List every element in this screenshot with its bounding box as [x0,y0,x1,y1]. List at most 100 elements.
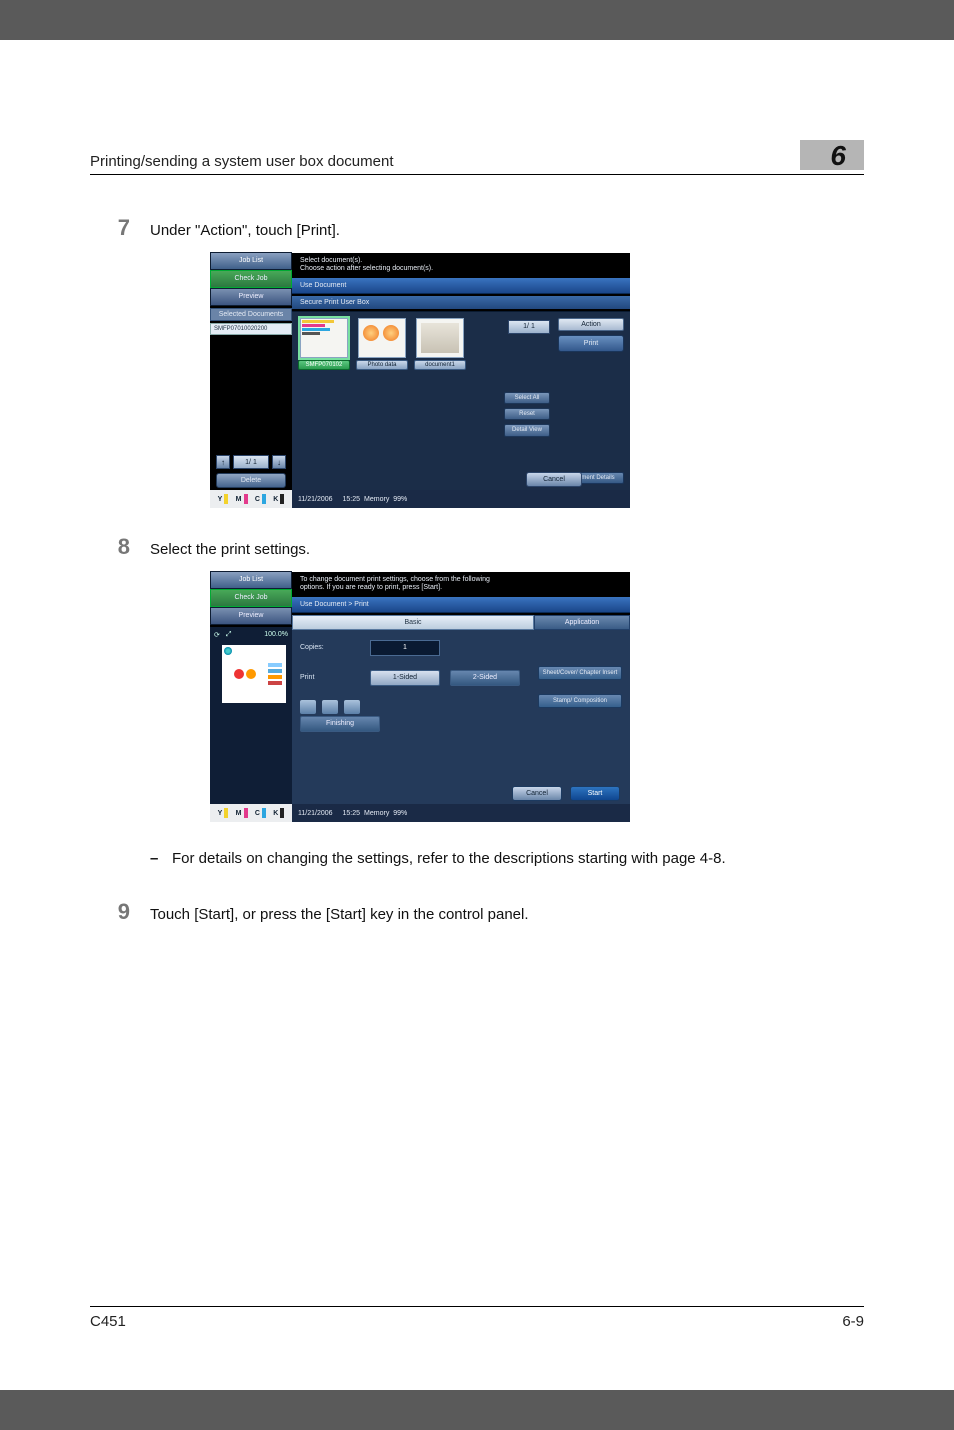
use-document-bar: Use Document [292,278,630,294]
document-thumbnail[interactable]: document1 [414,318,466,370]
mfp1-msg-line2: Choose action after selecting document(s… [300,265,622,273]
document-page: Printing/sending a system user box docum… [0,40,954,1390]
page-footer: C451 6-9 [90,1306,864,1330]
breadcrumb-bar: Use Document > Print [292,597,630,613]
selected-document-item[interactable]: SMFP07010020200 [210,323,292,335]
toner-y-icon: Y [218,494,229,504]
mfp2-left-panel: Job List Check Job Preview ⟳ ⤢ 100.0% [210,597,292,804]
expand-icon[interactable]: ⤢ [226,631,232,639]
orange-dot-icon [246,669,256,679]
status-date: 11/21/2006 [298,810,333,817]
cancel-button[interactable]: Cancel [526,472,582,487]
pager-up-icon[interactable]: ↑ [216,455,230,469]
finishing-icon [300,700,316,714]
toner-k-icon: K [273,808,284,818]
finishing-icon [344,700,360,714]
header-title: Printing/sending a system user box docum… [90,153,394,170]
pager-down-icon[interactable]: ↓ [272,455,286,469]
bullet-text: For details on changing the settings, re… [172,848,726,869]
check-job-tab[interactable]: Check Job [210,589,292,607]
red-dot-icon [234,669,244,679]
toner-levels: Y M C K [210,490,292,508]
step-7: 7 Under "Action", touch [Print]. [90,215,864,241]
detail-view-button[interactable]: Detail View [504,424,550,436]
action-label: Action [558,318,624,331]
finishing-icon [322,700,338,714]
step-number: 7 [90,215,150,241]
status-bar: 11/21/2006 15:25 Memory 99% [292,490,630,508]
one-sided-button[interactable]: 1-Sided [370,670,440,686]
page-header: Printing/sending a system user box docum… [90,140,864,175]
preview-pane: ⟳ ⤢ 100.0% [210,627,292,804]
thumbnail-label: document1 [414,360,466,370]
toner-m-icon: M [236,494,248,504]
memory-label: Memory [364,496,389,503]
memory-percent: 99% [393,810,407,817]
canvas-pager: 1/ 1 [508,320,550,334]
step-8: 8 Select the print settings. [90,534,864,560]
check-job-tab[interactable]: Check Job [210,270,292,288]
step-number: 8 [90,534,150,560]
mfp1-left-panel: Job List Check Job Preview Selected Docu… [210,278,292,490]
mfp2-msg-line1: To change document print settings, choos… [300,576,622,584]
bullet-dash: – [150,848,172,869]
secure-print-bar: Secure Print User Box [292,296,630,309]
two-sided-button[interactable]: 2-Sided [450,670,520,686]
mfp2-msg-line2: options. If you are ready to print, pres… [300,584,622,592]
footer-page: 6-9 [842,1313,864,1330]
job-list-tab[interactable]: Job List [210,571,292,589]
mfp1-msg-line1: Select document(s). [300,257,622,265]
start-button[interactable]: Start [570,786,620,801]
step-text: Under "Action", touch [Print]. [150,215,340,241]
rotate-icon[interactable]: ⟳ [214,631,220,639]
step-text: Touch [Start], or press the [Start] key … [150,899,529,925]
zoom-value: 100.0% [264,631,288,638]
toner-levels: Y M C K [210,804,292,822]
preview-tab[interactable]: Preview [210,288,292,306]
staple-icon [224,647,232,655]
document-thumbnail[interactable]: SMFP070102 [298,318,350,370]
status-time: 15:25 [343,810,361,817]
toner-y-icon: Y [218,808,229,818]
mfp1-canvas: 1/ 1 Action Print [292,311,630,490]
footer-model: C451 [90,1313,126,1330]
reset-button[interactable]: Reset [504,408,550,420]
stamp-composition-button[interactable]: Stamp/ Composition [538,694,622,708]
step-number: 9 [90,899,150,925]
mfp-screenshot-2: To change document print settings, choos… [210,572,630,822]
chapter-number: 6 [800,140,864,170]
step-9: 9 Touch [Start], or press the [Start] ke… [90,899,864,925]
cancel-button[interactable]: Cancel [512,786,562,801]
bullet-note: – For details on changing the settings, … [150,848,864,869]
toner-m-icon: M [236,808,248,818]
mfp2-canvas: Basic Application Copies: 1 Print 1-Side… [292,615,630,804]
tab-application[interactable]: Application [534,615,630,630]
delete-button[interactable]: Delete [216,473,286,488]
copies-label: Copies: [300,644,360,651]
preview-thumbnail [222,645,286,703]
left-pager: ↑ 1/ 1 ↓ [210,455,292,469]
mfp-screenshot-1: Select document(s). Choose action after … [210,253,630,508]
preview-tab[interactable]: Preview [210,607,292,625]
pager-indicator: 1/ 1 [233,455,269,469]
select-all-button[interactable]: Select All [504,392,550,404]
print-sides-label: Print [300,674,360,681]
finishing-button[interactable]: Finishing [300,716,380,732]
memory-label: Memory [364,810,389,817]
status-bar: 11/21/2006 15:25 Memory 99% [292,804,630,822]
print-button[interactable]: Print [558,335,624,352]
selected-documents-header: Selected Documents [210,308,292,321]
toner-k-icon: K [273,494,284,504]
sheet-cover-button[interactable]: Sheet/Cover/ Chapter Insert [538,666,622,680]
document-thumbnail[interactable]: Photo data [356,318,408,370]
toner-c-icon: C [255,808,266,818]
toner-c-icon: C [255,494,266,504]
thumbnail-label: Photo data [356,360,408,370]
copies-value[interactable]: 1 [370,640,440,656]
status-date: 11/21/2006 [298,496,333,503]
tab-basic[interactable]: Basic [292,615,534,630]
job-list-tab[interactable]: Job List [210,252,292,270]
step-text: Select the print settings. [150,534,310,560]
memory-percent: 99% [393,496,407,503]
thumbnail-label: SMFP070102 [298,360,350,370]
